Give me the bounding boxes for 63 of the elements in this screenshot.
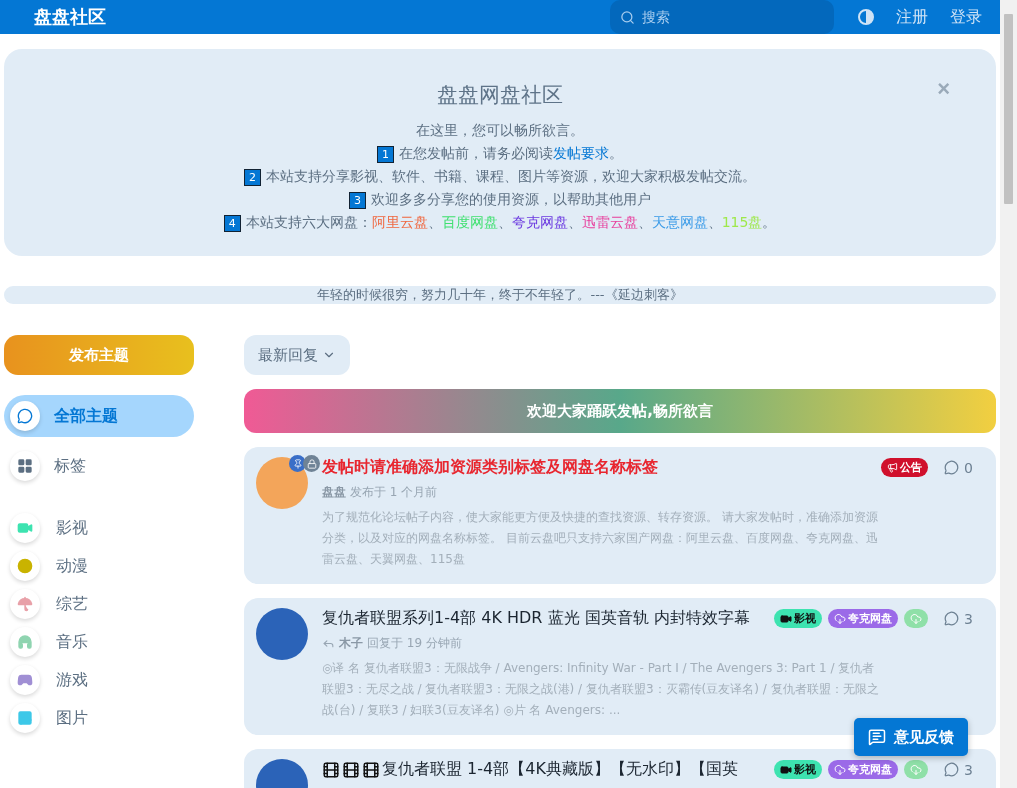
post-title[interactable]: 复仇者联盟系列1-4部 4K HDR 蓝光 国英音轨 内封特效字幕	[322, 608, 768, 629]
tag-badge[interactable]: 夸克网盘	[828, 609, 898, 628]
film-icon	[342, 760, 360, 779]
notice-text: 本站支持分享影视、软件、书籍、课程、图片等资源，欢迎大家积极发帖交流。	[266, 168, 756, 186]
post-title[interactable]: 复仇者联盟 1-4部【4K典藏版】【无水印】【国英	[322, 759, 768, 780]
disk-name: 天意网盘	[651, 214, 708, 230]
category-link[interactable]: 综艺	[4, 589, 194, 619]
notice-title: 盘盘网盘社区	[437, 82, 563, 109]
post-title[interactable]: 发帖时请准确添加资源类别标签及网盘名称标签	[322, 457, 875, 478]
number-badge: 3	[349, 191, 366, 209]
post-time: 回复于 19 分钟前	[367, 635, 462, 652]
header-link[interactable]: 登录	[950, 6, 982, 28]
nav-item[interactable]: 全部主题	[4, 395, 194, 437]
comment-count: 3	[944, 610, 984, 627]
tag-badge[interactable]: 公告	[881, 458, 928, 477]
post-card[interactable]: 复仇者联盟 1-4部【4K典藏版】【无水印】【国英 影视 夸克网盘 3	[244, 749, 996, 788]
disk-name: 迅雷云盘	[581, 214, 638, 230]
film-icon	[322, 760, 340, 779]
site-logo[interactable]: 盘盘社区	[34, 5, 106, 29]
welcome-banner: 欢迎大家踊跃发帖,畅所欲言	[244, 389, 996, 433]
search-field[interactable]: 搜索	[610, 0, 834, 34]
separator: 、	[637, 214, 652, 230]
avatar-image[interactable]	[256, 457, 308, 509]
tag-badge[interactable]: 夸克网盘	[828, 760, 898, 779]
notice-text: 本站支持六大网盘：阿里云盘、百度网盘、夸克网盘、迅雷云盘、天意网盘、115盘。	[245, 214, 777, 232]
disk-name: 阿里云盘	[371, 214, 428, 230]
post-time: 发布于 1 个月前	[350, 484, 438, 501]
category-link[interactable]: 游戏	[4, 665, 194, 695]
category-link[interactable]: 音乐	[4, 627, 194, 657]
grid-icon	[10, 451, 40, 481]
comment-count: 3	[944, 761, 984, 778]
tag-badge[interactable]: 影视	[774, 760, 822, 779]
separator: 、	[427, 214, 442, 230]
comment-count: 0	[944, 459, 984, 476]
notice-text: 欢迎多多分享您的使用资源，以帮助其他用户	[371, 191, 651, 209]
scrollbar[interactable]	[1000, 0, 1017, 788]
number-badge: 4	[223, 214, 241, 232]
feedback-icon	[868, 728, 886, 746]
category-link[interactable]: 图片	[4, 703, 194, 733]
number-badge: 1	[377, 145, 394, 163]
chat-icon	[10, 401, 40, 431]
feedback-button[interactable]: 意见反馈	[854, 718, 968, 756]
quote-text: 年轻的时候很穷，努力几十年，终于不年轻了。---《延边刺客》	[4, 286, 996, 304]
avatar-image[interactable]	[256, 608, 308, 660]
separator: 、	[497, 214, 512, 230]
number-badge: 2	[244, 168, 261, 186]
separator: 、	[567, 214, 582, 230]
disk-name: 夸克网盘	[511, 214, 568, 230]
separator: 、	[707, 214, 722, 230]
disk-name: 百度网盘	[441, 214, 498, 230]
tag-badge[interactable]: 影视	[774, 609, 822, 628]
rules-link[interactable]: 发帖要求	[553, 145, 609, 161]
disk-name: 115盘	[721, 214, 763, 230]
sort-dropdown[interactable]: 最新回复	[244, 335, 350, 375]
notice-text: 在您发帖前，请务必阅读发帖要求。	[399, 145, 623, 163]
nav-item[interactable]: 标签	[4, 445, 194, 487]
category-link[interactable]: 动漫	[4, 551, 194, 581]
theme-toggle-icon[interactable]	[858, 9, 874, 25]
film-icon	[362, 760, 380, 779]
category-link[interactable]: 影视	[4, 513, 194, 543]
search-icon	[620, 10, 635, 25]
notice-text: 在这里，您可以畅所欲言。	[416, 122, 584, 140]
header-link[interactable]: 注册	[896, 6, 928, 28]
